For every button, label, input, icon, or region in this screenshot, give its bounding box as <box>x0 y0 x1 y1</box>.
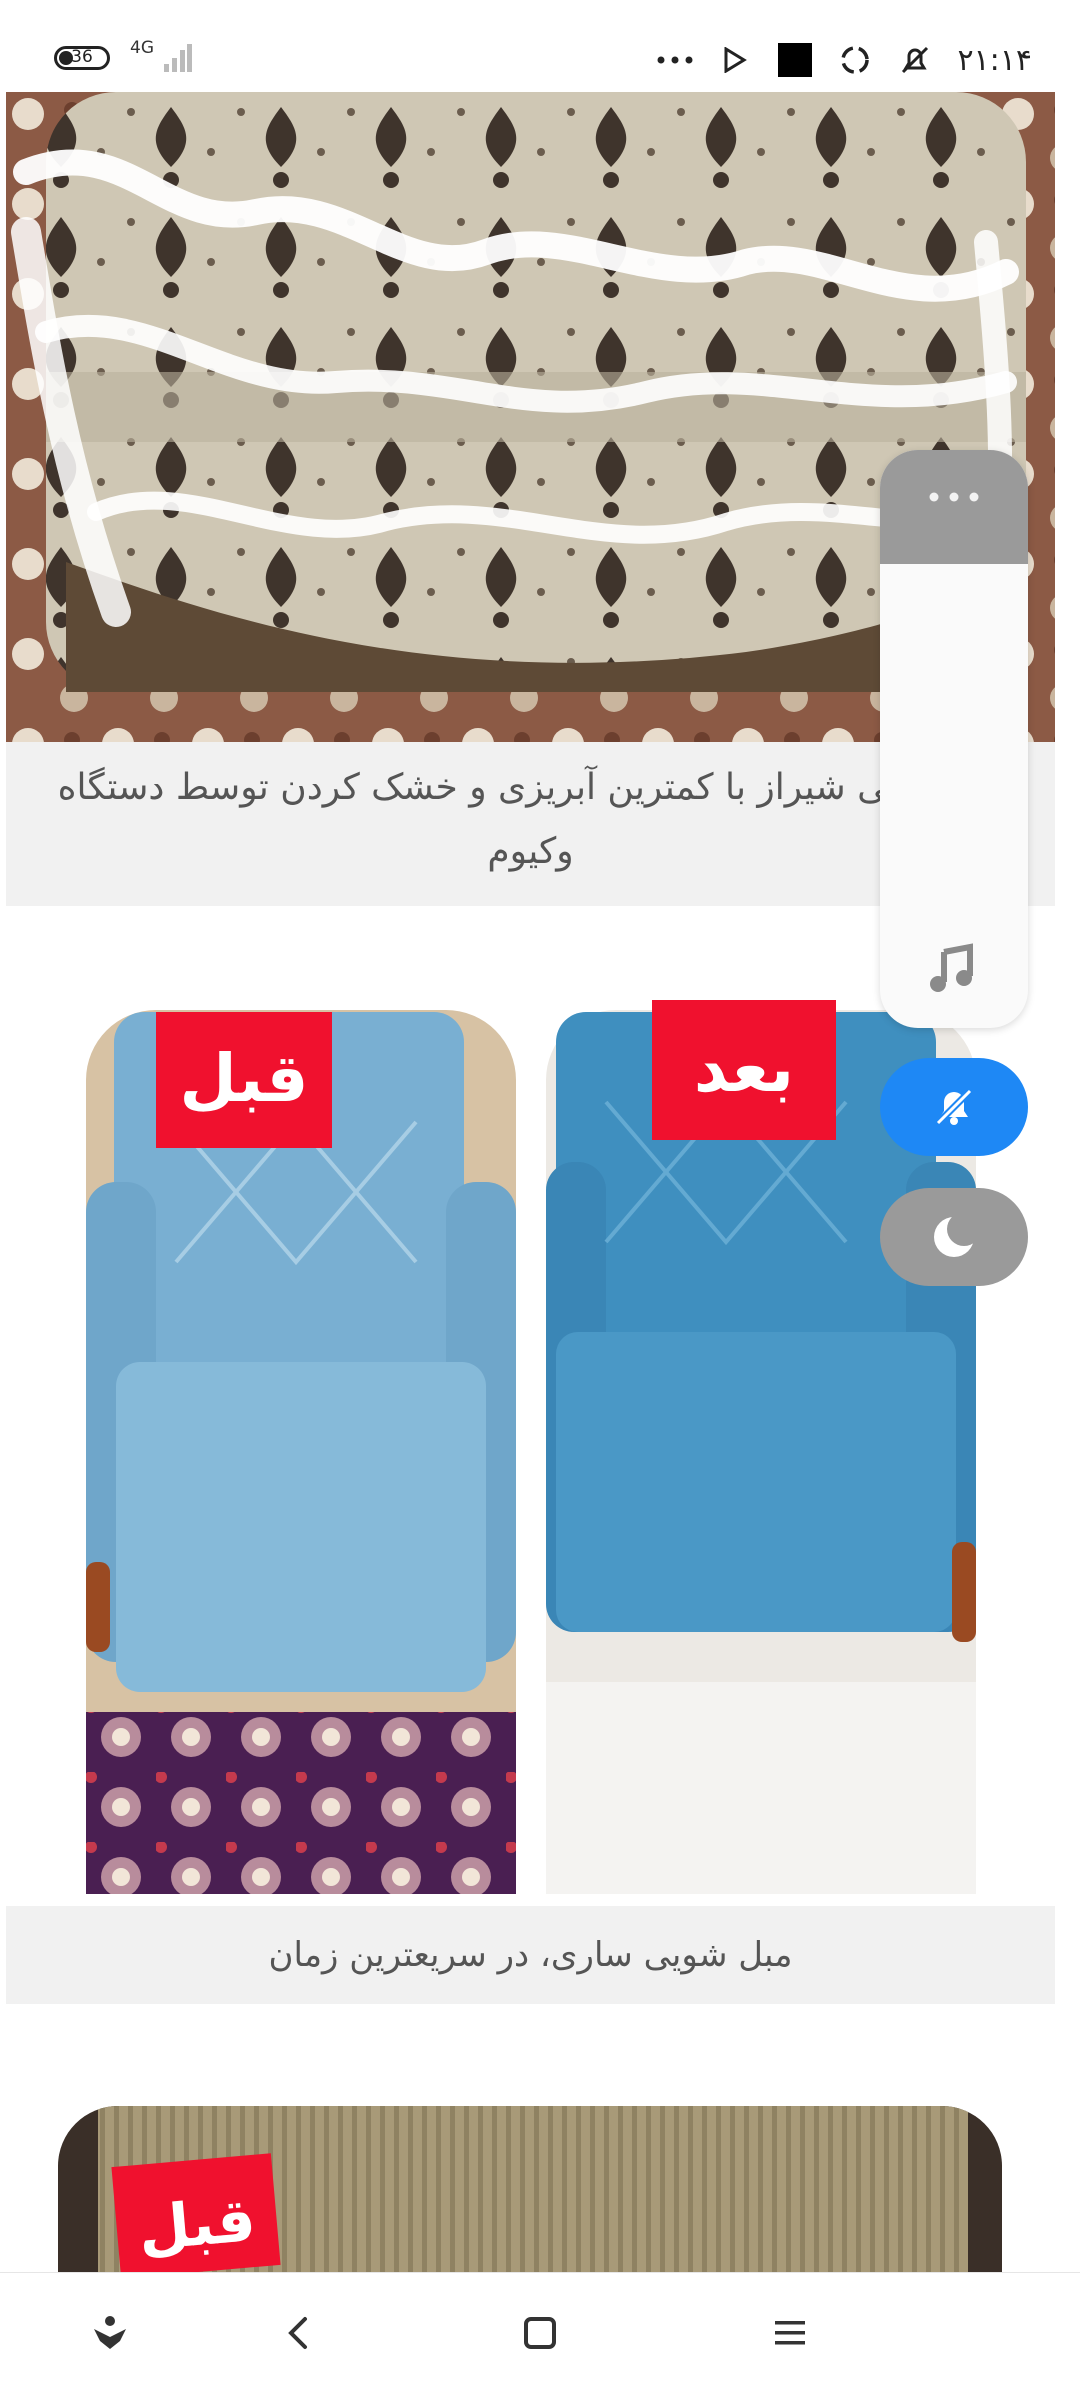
floating-panel <box>880 450 1028 1028</box>
clock: ۲۱:۱۴ <box>957 42 1032 78</box>
music-button[interactable] <box>924 938 984 998</box>
status-bar: 36 4G ۲۱:۱۴ <box>0 0 1080 92</box>
night-mode-button[interactable] <box>880 1188 1028 1286</box>
post-caption: مبل شویی ساری، در سریعترین زمان <box>6 1906 1055 2004</box>
network-type: 4G <box>130 38 154 58</box>
more-horiz-icon <box>929 492 979 502</box>
sync-icon <box>837 42 873 78</box>
battery-level: 36 <box>71 47 93 67</box>
accessibility-button[interactable] <box>80 2303 140 2363</box>
moon-icon <box>934 1212 980 1257</box>
back-button[interactable] <box>268 2303 328 2363</box>
home-button[interactable] <box>510 2303 570 2363</box>
music-note-icon <box>930 943 973 992</box>
before-tag: قبل <box>111 2153 281 2279</box>
more-dots-icon <box>657 42 693 78</box>
square-icon <box>777 42 813 78</box>
back-icon <box>288 2317 307 2349</box>
battery-icon: 36 <box>54 46 110 70</box>
home-icon <box>524 2317 556 2349</box>
after-tag: بعد <box>652 1000 836 1140</box>
navigation-bar <box>0 2272 1080 2401</box>
mute-toggle-button[interactable] <box>880 1058 1028 1156</box>
play-store-icon <box>717 42 753 78</box>
muted-bell-icon <box>897 42 933 78</box>
bell-off-icon <box>935 1088 973 1126</box>
before-tag: قبل <box>156 1012 332 1148</box>
menu-icon <box>775 2321 805 2345</box>
recents-menu-button[interactable] <box>760 2303 820 2363</box>
panel-menu-button[interactable] <box>880 450 1028 564</box>
accessibility-icon <box>94 2316 126 2349</box>
